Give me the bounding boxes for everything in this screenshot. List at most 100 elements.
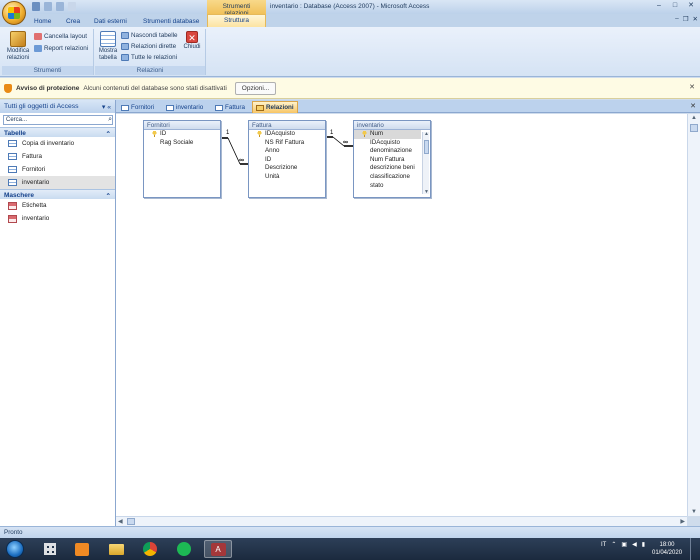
taskbar-apps-grid[interactable] (36, 540, 64, 558)
table-box-inventario[interactable]: inventario Num IDAcquisto denominazione … (353, 120, 431, 198)
status-text: Pronto (4, 529, 23, 536)
undo-icon[interactable] (44, 2, 52, 11)
nav-search-input[interactable]: Cerca... ⌕ (3, 115, 113, 125)
close-security-bar-icon[interactable]: ✕ (689, 83, 695, 91)
close-document-icon[interactable]: ✕ (690, 102, 696, 110)
scroll-left-icon[interactable]: ◀ (118, 518, 123, 525)
redo-icon[interactable] (56, 2, 64, 11)
status-bar: Pronto (0, 526, 700, 538)
doc-restore-button[interactable]: ❐ (683, 15, 689, 23)
nav-section-tabelle[interactable]: Tabelle ⌃ (0, 127, 115, 138)
modifica-relazioni-button[interactable]: Modifica relazioni (4, 31, 32, 62)
doc-close-button[interactable]: ✕ (693, 15, 698, 23)
field-idacquisto[interactable]: IDAcquisto (249, 130, 325, 139)
field-id[interactable]: ID (249, 156, 325, 165)
taskbar-access[interactable]: A (204, 540, 232, 558)
field-descrizione[interactable]: Descrizione (249, 164, 325, 173)
table-box-title[interactable]: Fornitori (144, 121, 220, 130)
field-id[interactable]: ID (144, 130, 220, 139)
tab-dati-esterni[interactable]: Dati esterni (90, 16, 131, 27)
horizontal-scrollbar[interactable]: ◀ ▶ (116, 516, 687, 526)
options-button[interactable]: Opzioni... (234, 81, 277, 95)
volume-icon[interactable]: ◀ (632, 541, 637, 548)
field-unita[interactable]: Unità (249, 173, 325, 182)
close-button[interactable]: ✕ (684, 1, 698, 12)
taskbar-file-explorer[interactable] (102, 540, 130, 558)
network-icon[interactable]: ▣ (621, 541, 627, 548)
table-box-fattura[interactable]: Fattura IDAcquisto NS Rif Fattura Anno I… (248, 120, 326, 198)
relazioni-dirette-button[interactable]: Relazioni dirette (121, 43, 176, 50)
field-denominazione[interactable]: denominazione (354, 147, 421, 156)
office-button[interactable] (2, 1, 26, 25)
save-icon[interactable] (32, 2, 40, 11)
nav-pane-header[interactable]: Tutti gli oggetti di Access ▾ « (0, 100, 115, 113)
field-stato[interactable]: stato (354, 182, 421, 191)
nav-item-inventario-table[interactable]: inventario (0, 176, 115, 189)
field-num-fattura[interactable]: Num Fattura (354, 156, 421, 165)
nav-item-copia-di-inventario[interactable]: Copia di inventario (0, 137, 115, 150)
doc-tab-fattura[interactable]: Fattura (212, 102, 248, 113)
nav-item-fornitori[interactable]: Fornitori (0, 163, 115, 176)
table-box-title[interactable]: Fattura (249, 121, 325, 130)
language-indicator[interactable]: IT (601, 542, 606, 548)
chiudi-button[interactable]: ✕ Chiudi (181, 31, 203, 51)
chevron-down-icon[interactable]: ▾ (102, 104, 105, 111)
tab-strumenti-database[interactable]: Strumenti database (139, 16, 203, 27)
collapse-section-icon[interactable]: ⌃ (106, 130, 111, 138)
scroll-up-icon[interactable]: ▲ (691, 115, 697, 121)
cancella-layout-button[interactable]: Cancella layout (34, 33, 87, 40)
ribbon: Modifica relazioni Cancella layout Repor… (0, 27, 700, 77)
scroll-down-icon[interactable]: ▼ (424, 189, 429, 195)
doc-tab-relazioni[interactable]: Relazioni (252, 101, 298, 113)
nascondi-tabelle-button[interactable]: Nascondi tabelle (121, 32, 178, 39)
table-icon (166, 105, 174, 111)
tray-expand-icon[interactable]: ⌃ (611, 541, 616, 548)
taskbar-chrome[interactable] (136, 540, 164, 558)
scrollbar-thumb[interactable] (424, 140, 429, 154)
vertical-scrollbar[interactable]: ▲ ▼ (687, 114, 700, 516)
taskbar-spotify[interactable] (170, 540, 198, 558)
search-icon[interactable]: ⌕ (108, 116, 112, 124)
collapse-section-icon[interactable]: ⌃ (106, 192, 111, 200)
collapse-pane-icon[interactable]: « (107, 104, 111, 111)
tutte-relazioni-button[interactable]: Tutte le relazioni (121, 54, 177, 61)
nav-item-inventario-form[interactable]: inventario (0, 212, 115, 225)
scroll-up-icon[interactable]: ▲ (424, 131, 429, 137)
tab-crea[interactable]: Crea (62, 16, 84, 27)
primary-key-icon (257, 131, 262, 137)
customize-qat-icon[interactable] (68, 2, 76, 11)
tab-struttura[interactable]: Struttura (207, 14, 266, 27)
nav-section-maschere[interactable]: Maschere ⌃ (0, 189, 115, 200)
doc-minimize-button[interactable]: – (675, 15, 679, 23)
field-num[interactable]: Num (354, 130, 421, 139)
maximize-button[interactable]: □ (668, 1, 682, 12)
table-box-title[interactable]: inventario (354, 121, 430, 130)
field-ns-rif-fattura[interactable]: NS Rif Fattura (249, 139, 325, 148)
field-idacquisto[interactable]: IDAcquisto (354, 139, 421, 148)
signal-icon[interactable]: ▮ (642, 541, 645, 548)
field-anno[interactable]: Anno (249, 147, 325, 156)
scrollbar-thumb[interactable] (127, 518, 135, 525)
relationships-canvas[interactable]: 1 ∞ 1 ∞ Fornitori ID Rag Sociale Fattura… (116, 114, 687, 516)
scroll-right-icon[interactable]: ▶ (680, 518, 685, 525)
doc-tab-inventario[interactable]: inventario (163, 102, 206, 113)
tab-home[interactable]: Home (30, 16, 55, 27)
system-clock[interactable]: 18:00 01/04/2020 (652, 541, 682, 557)
table-box-scrollbar[interactable]: ▲ ▼ (422, 131, 429, 195)
nav-item-fattura[interactable]: Fattura (0, 150, 115, 163)
field-rag-sociale[interactable]: Rag Sociale (144, 139, 220, 148)
minimize-button[interactable]: – (652, 1, 666, 12)
scrollbar-thumb[interactable] (690, 124, 698, 132)
report-relazioni-button[interactable]: Report relazioni (34, 45, 88, 52)
field-descrizione-beni[interactable]: descrizione beni (354, 164, 421, 173)
show-desktop-button[interactable] (690, 538, 700, 560)
table-box-fornitori[interactable]: Fornitori ID Rag Sociale (143, 120, 221, 198)
table-icon (8, 179, 17, 186)
start-button[interactable] (6, 540, 24, 558)
doc-tab-fornitori[interactable]: Fornitori (118, 102, 157, 113)
mostra-tabella-button[interactable]: Mostra tabella (96, 31, 120, 62)
field-classificazione[interactable]: classificazione (354, 173, 421, 182)
nav-item-etichetta[interactable]: Etichetta (0, 199, 115, 212)
scroll-down-icon[interactable]: ▼ (691, 509, 697, 515)
taskbar-media-player[interactable] (68, 540, 96, 558)
